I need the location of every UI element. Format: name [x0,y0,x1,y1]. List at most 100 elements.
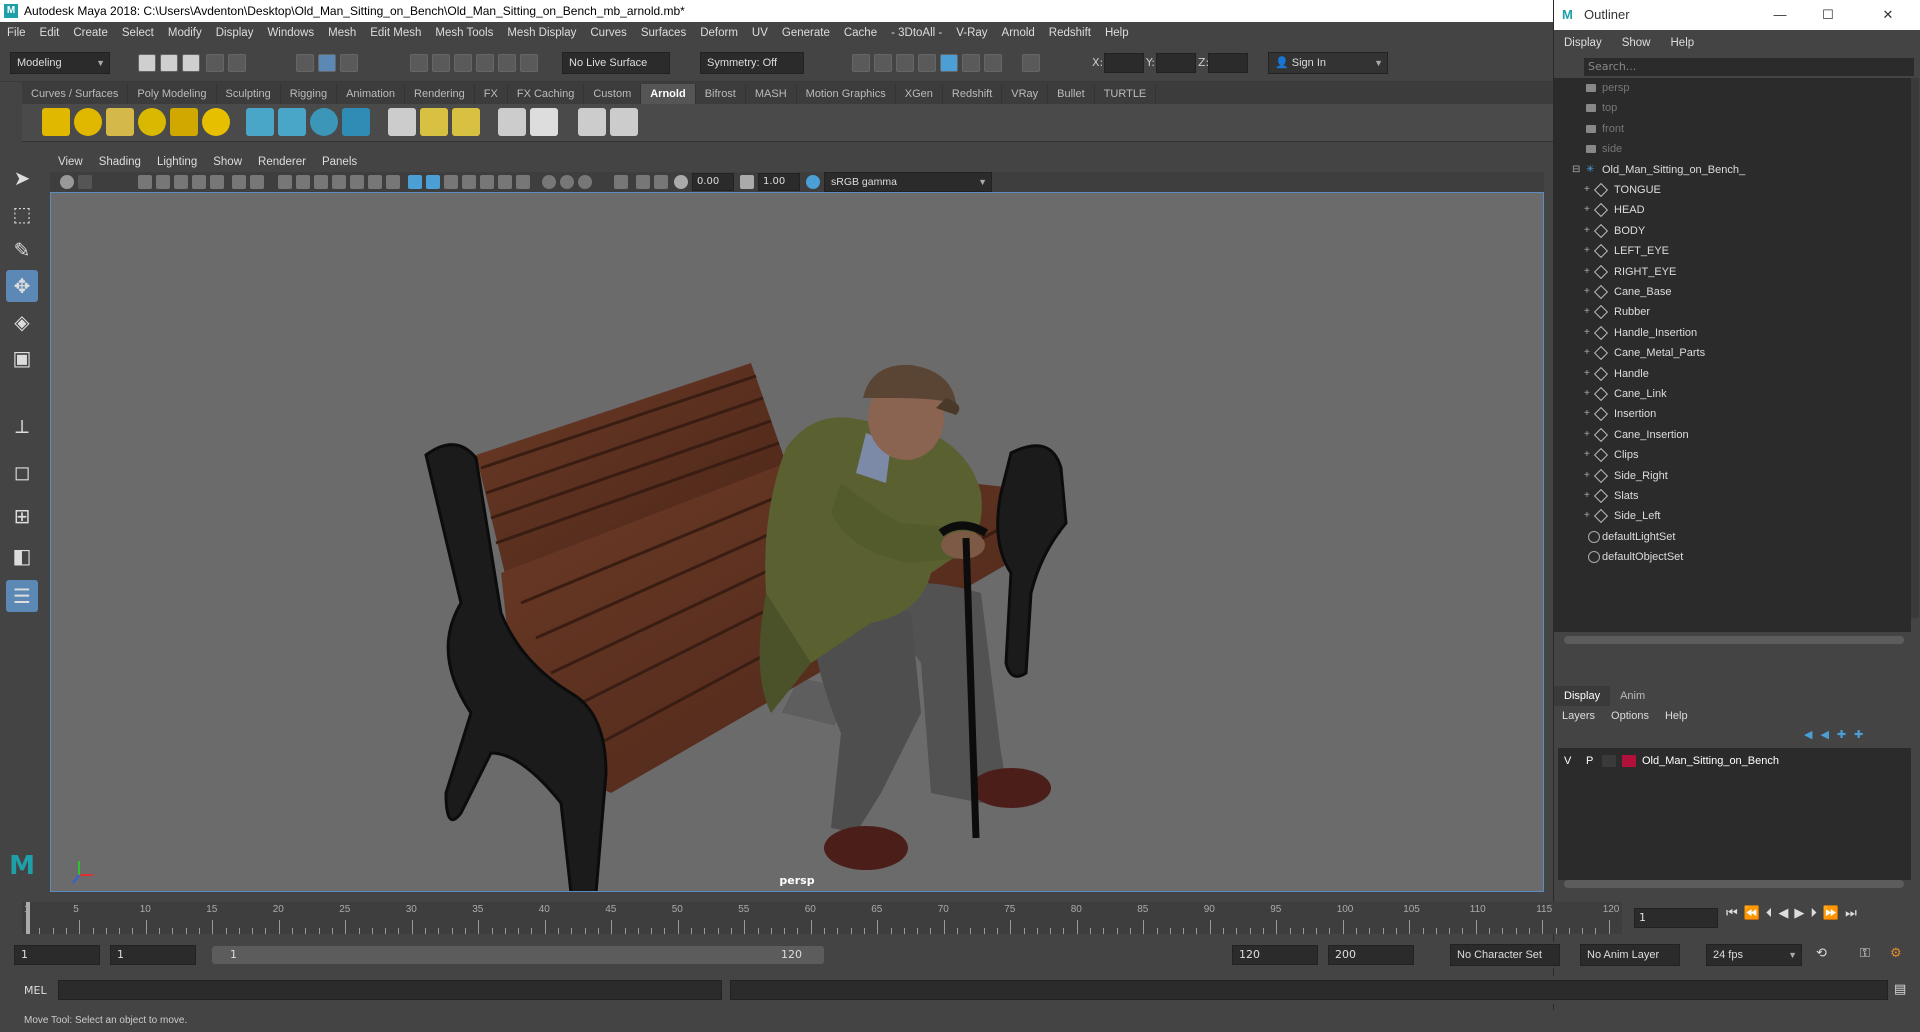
outliner-item-mesh[interactable]: + Side_Left [1554,506,1911,526]
xray-active-icon[interactable] [654,175,668,189]
layer-playback-toggle[interactable]: P [1586,752,1593,770]
resolution-gate-icon[interactable] [192,175,206,189]
current-time-marker[interactable] [26,902,30,934]
play-backward-icon[interactable]: ◀ [1778,906,1788,928]
shelf-tab-mash[interactable]: MASH [746,84,797,104]
light-portal-icon[interactable] [170,108,198,136]
close-icon[interactable]: ✕ [1868,0,1908,30]
shelf-tab-bifrost[interactable]: Bifrost [696,84,746,104]
stand-in-icon[interactable] [246,108,274,136]
menu-edit[interactable]: Edit [33,27,67,39]
persp-outliner-layout-icon[interactable]: ◧ [6,540,38,572]
menu-create[interactable]: Create [66,27,115,39]
collapse-icon[interactable]: ⊟ [1572,160,1580,180]
fps-dropdown[interactable]: 24 fps ▼ [1706,944,1802,966]
layer-color-swatch[interactable] [1622,755,1636,767]
ipr-render-icon[interactable] [896,54,914,72]
menu-v-ray[interactable]: V-Ray [949,27,994,39]
step-back-key-icon[interactable]: ⏪ [1744,906,1760,928]
outliner-item-mesh[interactable]: + Cane_Link [1554,384,1911,404]
outliner-layout-icon[interactable]: ☰ [6,580,38,612]
menu-file[interactable]: File [0,27,33,39]
shelf-tab-vray[interactable]: VRay [1002,84,1049,104]
step-forward-key-icon[interactable]: ⏩ [1823,906,1839,928]
menu-3dtoall[interactable]: - 3DtoAll - [884,27,949,39]
image-plane-icon[interactable] [138,175,152,189]
curve-collector-icon[interactable] [310,108,338,136]
panel-menu-panels[interactable]: Panels [314,156,365,168]
outliner-vertical-scrollbar[interactable] [1911,78,1919,618]
safe-action-icon[interactable] [250,175,264,189]
camera-attributes-icon[interactable] [60,175,74,189]
render-view-icon[interactable] [962,54,980,72]
ambient-occlusion-icon[interactable] [462,175,476,189]
skydome-light-icon[interactable] [138,108,166,136]
arnold-render-view-icon[interactable] [578,108,606,136]
menu-uv[interactable]: UV [745,27,775,39]
menu-mesh[interactable]: Mesh [321,27,363,39]
menu-redshift[interactable]: Redshift [1042,27,1098,39]
xray-joints-icon[interactable] [368,175,382,189]
shelf-tab-fx[interactable]: FX [475,84,508,104]
expand-icon[interactable]: + [1584,241,1590,261]
layer-tab-anim[interactable]: Anim [1610,686,1655,706]
perspective-viewport[interactable]: persp [50,192,1544,892]
four-view-layout-icon[interactable]: ⊞ [6,500,38,532]
menu-edit-mesh[interactable]: Edit Mesh [363,27,428,39]
move-tool-icon[interactable]: ✥ [6,270,38,302]
outliner-menu-display[interactable]: Display [1554,37,1612,49]
snap-point-icon[interactable] [454,54,472,72]
single-perspective-layout-icon[interactable]: ◻ [6,456,38,488]
outliner-item-camera[interactable]: front [1554,119,1911,139]
motion-blur-icon[interactable] [480,175,494,189]
menu-cache[interactable]: Cache [837,27,884,39]
ipr-start-icon[interactable] [610,108,638,136]
shelf-tab-xgen[interactable]: XGen [896,84,943,104]
move-layer-down-icon[interactable]: ◀ [1820,728,1828,741]
flush-textures-icon[interactable] [388,108,416,136]
field-chart-icon[interactable] [232,175,246,189]
shelf-tab-redshift[interactable]: Redshift [943,84,1003,104]
outliner-item-mesh[interactable]: + RIGHT_EYE [1554,262,1911,282]
outliner-item-mesh[interactable]: + Side_Right [1554,466,1911,486]
textured-icon[interactable] [408,175,422,189]
render-view-shelf-icon[interactable] [498,108,526,136]
z-coordinate-field[interactable] [1208,53,1248,73]
exposure-field[interactable]: 0.00 [692,173,734,191]
outliner-search-input[interactable]: Search... [1584,58,1914,76]
open-scene-icon[interactable] [160,54,178,72]
shelf-tab-custom[interactable]: Custom [584,84,642,104]
scene-end-field[interactable]: 200 [1328,945,1414,965]
layer-horizontal-scrollbar[interactable] [1564,880,1904,888]
snap-curve-icon[interactable] [432,54,450,72]
select-by-component-icon[interactable] [340,54,358,72]
live-surface-field[interactable]: No Live Surface [562,52,670,74]
menu-mesh-tools[interactable]: Mesh Tools [428,27,500,39]
animation-preferences-icon[interactable]: ⚙ [1890,944,1902,964]
menu-arnold[interactable]: Arnold [995,27,1042,39]
layer-type-toggle[interactable] [1602,755,1616,767]
layer-tab-display[interactable]: Display [1554,686,1611,706]
playback-end-field[interactable]: 120 [1232,945,1318,965]
isolate-select-icon[interactable] [386,175,400,189]
outliner-item-mesh[interactable]: + Rubber [1554,302,1911,322]
transform-mode-icon[interactable] [1022,54,1040,72]
film-gate-icon[interactable] [174,175,188,189]
expand-icon[interactable]: + [1584,200,1590,220]
menu-generate[interactable]: Generate [775,27,837,39]
symmetry-dropdown[interactable]: Symmetry: Off [700,52,804,74]
shelf-tab-bullet[interactable]: Bullet [1048,84,1095,104]
select-by-hierarchy-icon[interactable] [296,54,314,72]
menu-windows[interactable]: Windows [260,27,321,39]
layer-row[interactable]: V P Old_Man_Sitting_on_Bench [1558,752,1911,770]
physical-sky-icon[interactable] [202,108,230,136]
shelf-tab-motion-graphics[interactable]: Motion Graphics [797,84,896,104]
menu-display[interactable]: Display [209,27,261,39]
redo-icon[interactable] [228,54,246,72]
shelf-tab-arnold[interactable]: Arnold [641,84,696,104]
menu-modify[interactable]: Modify [161,27,209,39]
layer-menu-layers[interactable]: Layers [1554,710,1603,722]
shelf-tab-sculpting[interactable]: Sculpting [217,84,281,104]
expand-icon[interactable]: + [1584,323,1590,343]
render-sequence-icon[interactable] [874,54,892,72]
